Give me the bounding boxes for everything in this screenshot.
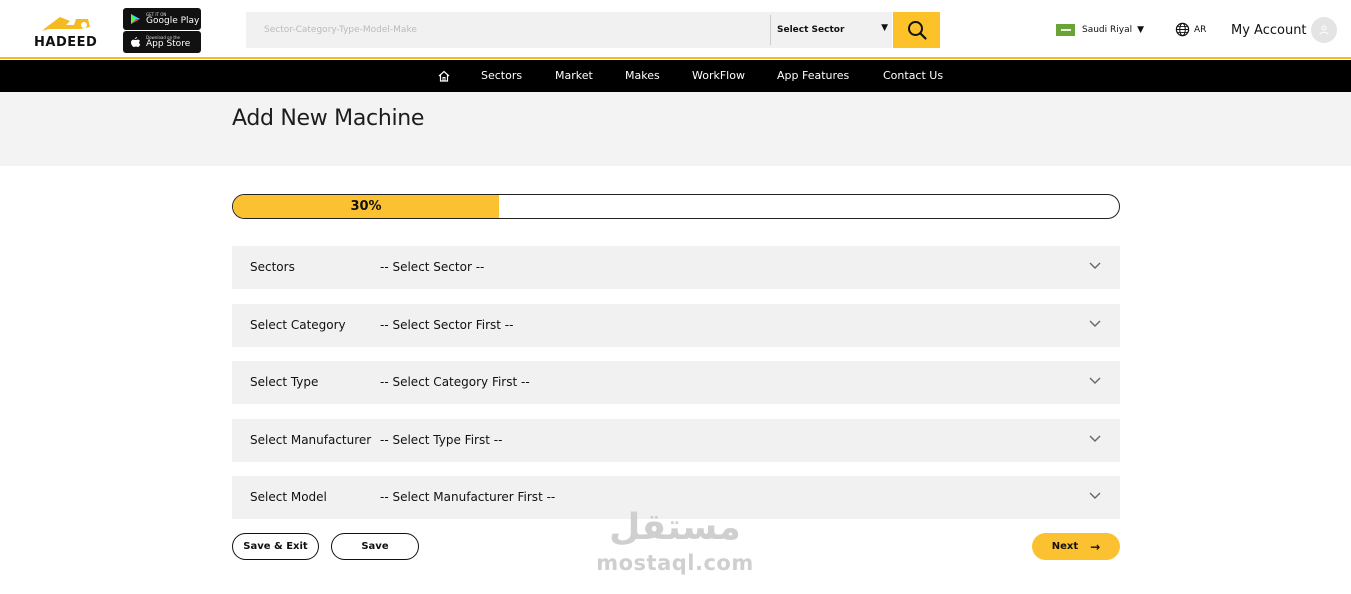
nav-item-contact-us[interactable]: Contact Us [883, 60, 943, 92]
app-store-text: App Store [146, 38, 191, 49]
arrow-right-icon: → [1090, 539, 1101, 554]
caret-down-icon: ▼ [1137, 25, 1145, 35]
apple-icon [129, 36, 141, 48]
category-select-label: Select Category [250, 318, 346, 332]
search-icon [907, 21, 927, 40]
language-label: AR [1194, 24, 1207, 35]
manufacturer-select-value: -- Select Type First -- [380, 433, 503, 447]
search-input[interactable] [246, 12, 770, 48]
saudi-flag-icon [1056, 24, 1075, 36]
currency-selector[interactable]: Saudi Riyal ▼ [1056, 24, 1144, 36]
sector-dropdown[interactable]: Select Sector ▼ [770, 15, 892, 45]
hadeed-logo[interactable]: HADEED [32, 11, 104, 51]
caret-down-icon: ▼ [881, 23, 888, 33]
manufacturer-select-row[interactable]: Select Manufacturer -- Select Type First… [232, 419, 1120, 462]
my-account-menu[interactable]: My Account [1231, 17, 1337, 43]
search-bar: Select Sector ▼ [246, 12, 892, 48]
next-button-label: Next [1051, 541, 1079, 552]
globe-icon [1175, 22, 1190, 37]
progress-label: 30% [350, 199, 382, 214]
category-select-row[interactable]: Select Category -- Select Sector First -… [232, 304, 1120, 347]
logo-wordmark: HADEED [34, 35, 98, 50]
watermark-latin: mostaql.com [596, 551, 754, 575]
google-play-badge[interactable]: GET IT ON Google Play [123, 8, 201, 30]
save-button[interactable]: Save [331, 533, 419, 560]
next-button[interactable]: Next → [1032, 533, 1120, 560]
sector-select-value: -- Select Sector -- [380, 260, 485, 274]
sector-dropdown-label: Select Sector [777, 25, 845, 35]
model-select-label: Select Model [250, 490, 327, 504]
sector-select-row[interactable]: Sectors -- Select Sector -- [232, 246, 1120, 289]
avatar [1310, 17, 1337, 43]
google-play-text: Google Play [146, 15, 200, 26]
google-play-icon [129, 13, 141, 25]
chevron-down-icon [1089, 320, 1101, 327]
manufacturer-select-label: Select Manufacturer [250, 433, 372, 447]
main-nav: Sectors Market Makes WorkFlow App Featur… [0, 60, 1351, 92]
page-title-band: Add New Machine [0, 92, 1351, 166]
type-select-row[interactable]: Select Type -- Select Category First -- [232, 361, 1120, 404]
app-store-badge[interactable]: Download on the App Store [123, 31, 201, 53]
type-select-label: Select Type [250, 375, 319, 389]
search-button[interactable] [893, 12, 940, 48]
currency-label: Saudi Riyal [1082, 25, 1133, 35]
chevron-down-icon [1089, 492, 1101, 499]
type-select-value: -- Select Category First -- [380, 375, 530, 389]
excavator-logo-icon [42, 17, 90, 31]
mostaql-watermark: مستقل mostaql.com [595, 505, 755, 583]
top-header: HADEED GET IT ON Google Play Download on… [0, 0, 1351, 59]
chevron-down-icon [1089, 262, 1101, 269]
model-select-value: -- Select Manufacturer First -- [380, 490, 556, 504]
save-exit-button[interactable]: Save & Exit [232, 533, 319, 560]
user-icon [1319, 25, 1329, 35]
page-title: Add New Machine [232, 106, 425, 131]
nav-item-app-features[interactable]: App Features [777, 60, 849, 92]
nav-item-market[interactable]: Market [555, 60, 593, 92]
nav-item-sectors[interactable]: Sectors [481, 60, 522, 92]
sector-select-label: Sectors [250, 260, 295, 274]
home-icon[interactable] [437, 69, 451, 83]
progress-bar: 30% [232, 194, 1120, 219]
category-select-value: -- Select Sector First -- [380, 318, 514, 332]
language-switcher[interactable]: AR [1175, 22, 1206, 37]
nav-item-workflow[interactable]: WorkFlow [692, 60, 745, 92]
chevron-down-icon [1089, 435, 1101, 442]
chevron-down-icon [1089, 377, 1101, 384]
account-label: My Account [1231, 22, 1307, 38]
watermark-arabic: مستقل [609, 507, 741, 548]
nav-item-makes[interactable]: Makes [625, 60, 660, 92]
